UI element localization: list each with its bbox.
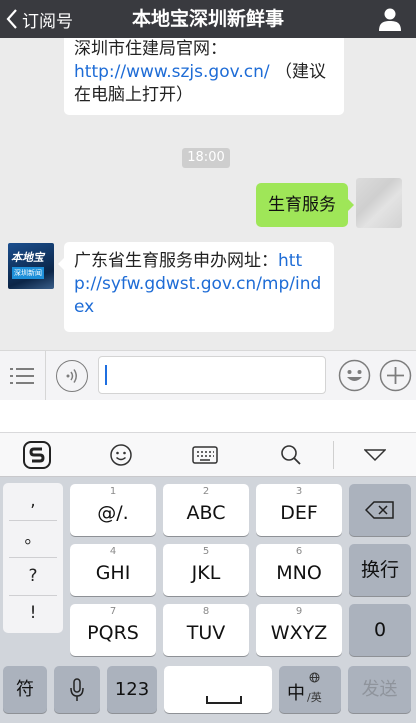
avatar-bot[interactable]: 本地宝 深圳新闻 xyxy=(8,243,54,289)
key-label: 0 xyxy=(373,619,387,641)
message-input[interactable] xyxy=(98,356,326,394)
key-5[interactable]: 5 JKL xyxy=(163,544,249,596)
menu-list-icon[interactable] xyxy=(10,364,36,388)
key-label: ABC xyxy=(186,502,226,524)
newline-key[interactable]: 换行 xyxy=(349,544,411,596)
microphone-key[interactable] xyxy=(54,666,100,713)
key-number: 4 xyxy=(109,546,117,557)
profile-icon[interactable] xyxy=(378,7,402,31)
key-8[interactable]: 8 TUV xyxy=(163,604,249,656)
message-link[interactable]: http://www.szjs.gov.cn/ xyxy=(74,62,270,82)
backspace-key[interactable] xyxy=(349,484,411,536)
emoji-button-icon[interactable] xyxy=(338,359,371,392)
emoji-icon[interactable] xyxy=(106,441,136,469)
key-label: 发送 xyxy=(361,679,398,700)
message-bubble-received[interactable]: 深圳市住建局官网： http://www.szjs.gov.cn/ （建议在电脑… xyxy=(64,38,344,115)
nav-bar: 订阅号 本地宝深圳新鲜事 xyxy=(0,0,416,38)
back-label: 订阅号 xyxy=(22,11,73,32)
message-bubble-sent[interactable]: 生育服务 xyxy=(256,183,354,227)
punct-key[interactable]: ? xyxy=(3,558,63,595)
key-9[interactable]: 9 WXYZ xyxy=(256,604,342,656)
keyboard-toolbar xyxy=(0,432,416,477)
key-label: @/. xyxy=(97,502,129,524)
keyboard: , 。 ? ! 1 @/. 2 ABC 3 DEF 4 GHI 5 JKL 6 … xyxy=(0,477,416,723)
key-label: TUV xyxy=(186,622,226,644)
punct-key[interactable]: ! xyxy=(3,595,63,632)
divider xyxy=(45,351,46,401)
message-text: 深圳市住建局官网： xyxy=(74,39,227,59)
message-bubble-received[interactable]: 广东省生育服务申办网址：http://syfw.gdwst.gov.cn/mp/… xyxy=(58,242,334,332)
plus-button-icon[interactable] xyxy=(379,359,412,392)
key-label: 123 xyxy=(114,679,150,700)
key-label: 换行 xyxy=(360,559,399,581)
lang-sub: /英 xyxy=(307,691,322,704)
key-0[interactable]: 0 xyxy=(349,604,411,656)
text-cursor xyxy=(105,365,107,385)
input-bar xyxy=(0,350,416,401)
symbols-key[interactable]: 符 xyxy=(3,666,47,713)
key-number: 9 xyxy=(295,606,303,617)
key-label: 符 xyxy=(16,679,34,700)
key-label: GHI xyxy=(95,562,131,584)
lang-main: 中 xyxy=(287,683,305,704)
key-number: 7 xyxy=(109,606,117,617)
key-1[interactable]: 1 @/. xyxy=(70,484,156,536)
key-4[interactable]: 4 GHI xyxy=(70,544,156,596)
key-label: JKL xyxy=(191,562,221,584)
backspace-icon xyxy=(365,501,394,519)
punctuation-column[interactable]: , 。 ? ! xyxy=(3,483,63,633)
divider xyxy=(333,441,334,469)
search-icon[interactable] xyxy=(276,441,306,469)
key-label: PQRS xyxy=(87,622,139,644)
key-number: 1 xyxy=(109,486,117,497)
send-key[interactable]: 发送 xyxy=(348,666,411,713)
key-number: 5 xyxy=(202,546,210,557)
key-6[interactable]: 6 MNO xyxy=(256,544,342,596)
key-label: WXYZ xyxy=(270,622,328,644)
collapse-keyboard-icon[interactable] xyxy=(360,441,390,469)
space-icon xyxy=(206,696,242,704)
sogou-logo-icon[interactable] xyxy=(22,441,52,469)
back-button[interactable]: 订阅号 xyxy=(6,0,73,38)
microphone-icon xyxy=(70,678,84,701)
avatar-self[interactable] xyxy=(356,178,402,228)
voice-button[interactable] xyxy=(56,360,88,392)
key-number: 2 xyxy=(202,486,210,497)
key-3[interactable]: 3 DEF xyxy=(256,484,342,536)
globe-icon xyxy=(309,672,320,683)
key-number: 8 xyxy=(202,606,210,617)
key-label: DEF xyxy=(280,502,318,524)
space-key[interactable] xyxy=(164,666,272,713)
avatar-logo-subtext: 深圳新闻 xyxy=(12,267,44,279)
message-text: 广东省生育服务申办网址： xyxy=(74,251,278,271)
key-number: 3 xyxy=(295,486,303,497)
key-label: MNO xyxy=(276,562,322,584)
key-7[interactable]: 7 PQRS xyxy=(70,604,156,656)
avatar-logo-text: 本地宝 xyxy=(11,251,44,264)
chat-area[interactable]: 深圳市住建局官网： http://www.szjs.gov.cn/ （建议在电脑… xyxy=(0,38,416,350)
language-switch-key[interactable]: 中 /英 xyxy=(279,666,341,713)
punct-key[interactable]: , xyxy=(3,483,63,520)
keyboard-icon[interactable] xyxy=(190,441,220,469)
blank-area xyxy=(0,400,416,432)
number-mode-key[interactable]: 123 xyxy=(107,666,157,713)
punct-key[interactable]: 。 xyxy=(3,520,63,557)
voice-icon xyxy=(66,369,77,383)
timestamp: 18:00 xyxy=(182,148,230,168)
key-2[interactable]: 2 ABC xyxy=(163,484,249,536)
chevron-left-icon xyxy=(6,9,17,29)
key-number: 6 xyxy=(295,546,303,557)
